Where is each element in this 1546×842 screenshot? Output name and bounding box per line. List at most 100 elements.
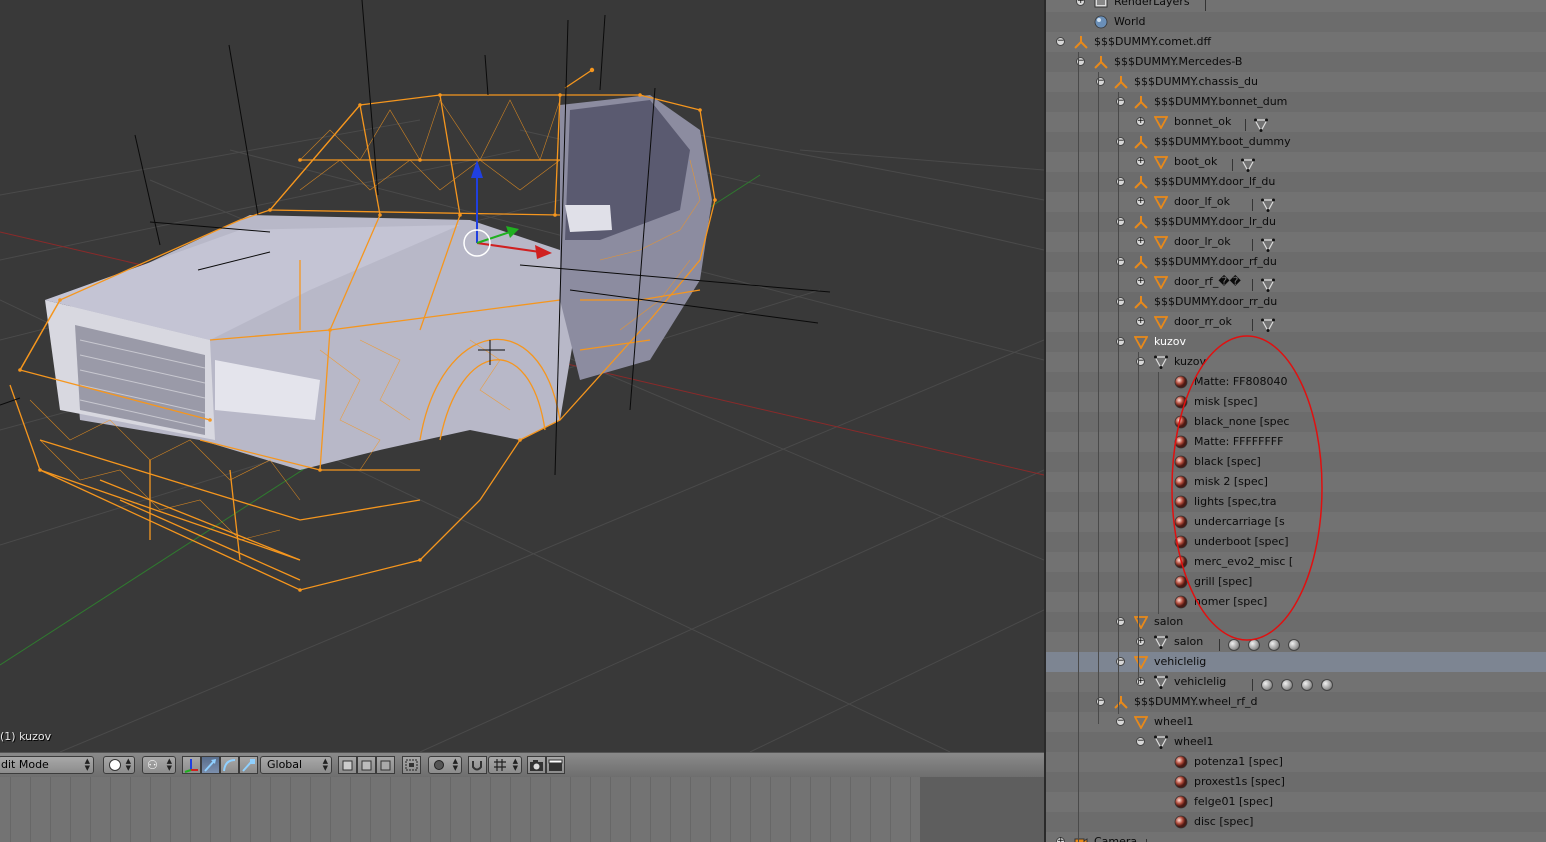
outliner-row[interactable]: + vehiclelig	[1046, 672, 1546, 692]
outliner-row[interactable]: − kuzov	[1046, 332, 1546, 352]
car-mesh[interactable]	[45, 95, 712, 470]
manipulator-toggle-button[interactable]	[182, 756, 201, 774]
outliner-row[interactable]: + boot_ok	[1046, 152, 1546, 172]
outliner-row[interactable]: + door_lr_ok	[1046, 232, 1546, 252]
outliner-row[interactable]: − $$$DUMMY.Mercedes-B	[1046, 52, 1546, 72]
face-select-icon	[380, 760, 391, 771]
outliner-row[interactable]: underboot [spec]	[1046, 532, 1546, 552]
edge-select-button[interactable]	[357, 756, 376, 774]
row-child-icons	[1197, 0, 1214, 11]
timeline-tick	[170, 777, 171, 842]
proportional-editing-dropdown[interactable]: ▲ ▼	[428, 756, 462, 774]
expand-toggle-icon[interactable]: +	[1136, 117, 1145, 126]
outliner-row-label: door_lf_ok	[1174, 195, 1230, 208]
timeline-tick	[710, 777, 711, 842]
outliner-row-label: wheel1	[1154, 715, 1194, 728]
collapse-toggle-icon[interactable]: −	[1136, 737, 1145, 746]
material-icon	[1174, 455, 1188, 469]
outliner-row[interactable]: − salon	[1046, 612, 1546, 632]
outliner-row[interactable]: black_none [spec	[1046, 412, 1546, 432]
timeline-tick	[810, 777, 811, 842]
outliner-row[interactable]: − $$$DUMMY.door_rr_du	[1046, 292, 1546, 312]
empty-icon	[1114, 695, 1128, 709]
mesh-data-icon	[1153, 735, 1169, 750]
render-animation-button[interactable]	[546, 756, 565, 774]
outliner-row[interactable]: + Camera	[1046, 832, 1546, 842]
snap-element-dropdown[interactable]: ▲ ▼	[488, 756, 522, 774]
outliner-row[interactable]: − $$$DUMMY.chassis_du	[1046, 72, 1546, 92]
outliner-row[interactable]: − $$$DUMMY.boot_dummy	[1046, 132, 1546, 152]
mesh-object-icon	[1153, 235, 1169, 250]
mode-dropdown[interactable]: dit Mode ▲ ▼	[0, 756, 94, 774]
outliner-row[interactable]: − $$$DUMMY.bonnet_dum	[1046, 92, 1546, 112]
outliner-row[interactable]: Matte: FF808040	[1046, 372, 1546, 392]
outliner-row[interactable]: Matte: FFFFFFFF	[1046, 432, 1546, 452]
face-select-button[interactable]	[376, 756, 395, 774]
outliner-row[interactable]: undercarriage [s	[1046, 512, 1546, 532]
expand-toggle-icon[interactable]: +	[1136, 197, 1145, 206]
outliner-row[interactable]: + RenderLayers	[1046, 0, 1546, 12]
outliner-row-label: $$$DUMMY.comet.dff	[1094, 35, 1212, 48]
viewport-status-text: (1) kuzov	[0, 730, 52, 743]
snap-toggle-button[interactable]	[468, 756, 487, 774]
empty-icon	[1134, 95, 1148, 109]
outliner-row[interactable]: − $$$DUMMY.comet.dff	[1046, 32, 1546, 52]
outliner-row[interactable]: + door_lf_ok	[1046, 192, 1546, 212]
empty-icon	[1114, 75, 1128, 89]
collapse-toggle-icon[interactable]: −	[1056, 37, 1065, 46]
outliner-row[interactable]: − vehiclelig	[1046, 652, 1546, 672]
outliner-row[interactable]: + door_rr_ok	[1046, 312, 1546, 332]
expand-toggle-icon[interactable]: +	[1136, 157, 1145, 166]
expand-toggle-icon[interactable]: +	[1136, 237, 1145, 246]
outliner-row[interactable]: lights [spec,tra	[1046, 492, 1546, 512]
row-child-icons	[1244, 275, 1275, 292]
outliner-row[interactable]: − $$$DUMMY.door_lf_du	[1046, 172, 1546, 192]
3d-viewport[interactable]: (1) kuzov	[0, 0, 1044, 752]
outliner-row[interactable]: − $$$DUMMY.door_lr_du	[1046, 212, 1546, 232]
mesh-object-icon	[1153, 195, 1169, 210]
rotate-manipulator-button[interactable]	[220, 756, 239, 774]
render-image-button[interactable]	[527, 756, 546, 774]
expand-toggle-icon[interactable]: +	[1056, 837, 1065, 842]
expand-toggle-icon[interactable]: +	[1136, 277, 1145, 286]
outliner-row[interactable]: potenza1 [spec]	[1046, 752, 1546, 772]
limit-selection-visible-button[interactable]	[402, 756, 421, 774]
outliner-row[interactable]: misk [spec]	[1046, 392, 1546, 412]
material-icon	[1174, 595, 1188, 609]
outliner-row[interactable]: + door_rf_��	[1046, 272, 1546, 292]
outliner-row[interactable]: proxest1s [spec]	[1046, 772, 1546, 792]
outliner-row-label: grill [spec]	[1194, 575, 1253, 588]
outliner-panel[interactable]: + RenderLayers World − $$$DUMMY.comet.dff − $$…	[1046, 0, 1546, 842]
expand-toggle-icon[interactable]: +	[1076, 0, 1085, 6]
outliner-row[interactable]: World	[1046, 12, 1546, 32]
outliner-row[interactable]: − $$$DUMMY.door_rf_du	[1046, 252, 1546, 272]
outliner-row[interactable]: − kuzov	[1046, 352, 1546, 372]
outliner-row[interactable]: merc_evo2_misc [	[1046, 552, 1546, 572]
empty-icon	[1134, 215, 1148, 229]
tree-guide-line	[1158, 372, 1159, 614]
pivot-point-dropdown[interactable]: ⚇ ▲ ▼	[142, 756, 176, 774]
outliner-row-label: Matte: FF808040	[1194, 375, 1288, 388]
viewport-shading-dropdown[interactable]: ▲ ▼	[103, 756, 135, 774]
outliner-row[interactable]: − wheel1	[1046, 732, 1546, 752]
outliner-row-label: $$$DUMMY.door_lr_du	[1154, 215, 1276, 228]
outliner-row[interactable]: grill [spec]	[1046, 572, 1546, 592]
outliner-row[interactable]: misk 2 [spec]	[1046, 472, 1546, 492]
outliner-row[interactable]: + bonnet_ok	[1046, 112, 1546, 132]
outliner-row[interactable]: − $$$DUMMY.wheel_rf_d	[1046, 692, 1546, 712]
outliner-row[interactable]: black [spec]	[1046, 452, 1546, 472]
timeline-area[interactable]	[0, 777, 1044, 842]
scale-manipulator-button[interactable]	[239, 756, 258, 774]
collapse-toggle-icon[interactable]: −	[1116, 717, 1125, 726]
vertex-select-button[interactable]	[338, 756, 357, 774]
expand-toggle-icon[interactable]: +	[1136, 317, 1145, 326]
outliner-row[interactable]: nomer [spec]	[1046, 592, 1546, 612]
transform-orientation-dropdown[interactable]: Global ▲ ▼	[260, 756, 332, 774]
outliner-row-label: black_none [spec	[1194, 415, 1290, 428]
outliner-row[interactable]: + salon	[1046, 632, 1546, 652]
translate-manipulator-button[interactable]	[201, 756, 220, 774]
outliner-row[interactable]: felge01 [spec]	[1046, 792, 1546, 812]
mesh-object-icon	[1133, 615, 1149, 630]
outliner-row[interactable]: − wheel1	[1046, 712, 1546, 732]
outliner-row[interactable]: disc [spec]	[1046, 812, 1546, 832]
